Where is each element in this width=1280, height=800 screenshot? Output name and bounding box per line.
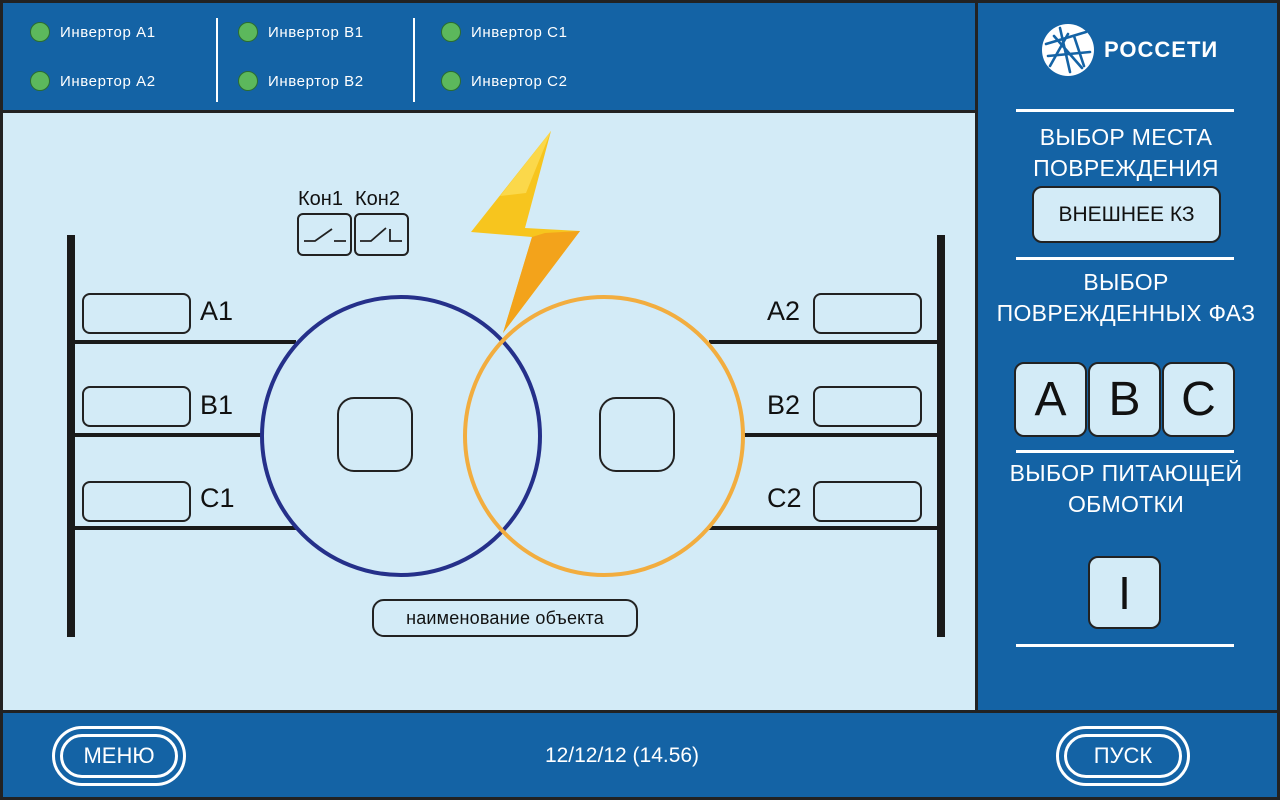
winding-2-circle (463, 295, 745, 577)
contact-1-label: Кон1 (298, 188, 343, 210)
indicator-c1 (82, 481, 191, 522)
phase-label-c2: С2 (767, 483, 802, 513)
datetime-display: 12/12/12 (14.56) (544, 744, 700, 767)
contact-2-switch-icon (354, 213, 409, 256)
fault-place-title: ВЫБОР МЕСТА ПОВРЕЖДЕНИЯ (1033, 124, 1219, 181)
menu-button-label: МЕНЮ (60, 734, 178, 778)
phase-label-c1: С1 (200, 483, 235, 513)
damaged-phases-title: ВЫБОР ПОВРЕЖДЕННЫХ ФАЗ (996, 269, 1256, 326)
indicator-c2 (813, 481, 922, 522)
contact-2-label: Кон2 (355, 188, 400, 210)
rosseti-logo-icon (1042, 24, 1094, 76)
brand-name: РОССЕТИ (1104, 37, 1219, 62)
indicator-b2 (813, 386, 922, 427)
winding-1-value-box (337, 397, 413, 472)
phase-a-button[interactable]: A (1014, 362, 1087, 437)
object-name-field[interactable]: наименование объекта (372, 599, 638, 637)
indicator-a1 (82, 293, 191, 334)
phase-label-a1: А1 (200, 296, 234, 326)
phase-c-button[interactable]: C (1162, 362, 1235, 437)
phase-label-b1: В1 (200, 390, 234, 420)
fault-place-select-button[interactable]: ВНЕШНЕЕ КЗ (1032, 186, 1221, 243)
menu-button[interactable]: МЕНЮ (52, 726, 186, 786)
contact-1-switch-icon (297, 213, 352, 256)
brand-logo: РОССЕТИ (1040, 22, 1218, 78)
indicator-a2 (813, 293, 922, 334)
indicator-b1 (82, 386, 191, 427)
start-button-label: ПУСК (1064, 734, 1182, 778)
start-button[interactable]: ПУСК (1056, 726, 1190, 786)
divider (1016, 450, 1234, 453)
winding-2-value-box (599, 397, 675, 472)
phase-b-button[interactable]: B (1088, 362, 1161, 437)
divider (1016, 644, 1234, 647)
winding-1-circle (260, 295, 542, 577)
divider (1016, 257, 1234, 260)
feeding-winding-title: ВЫБОР ПИТАЮЩЕЙ ОБМОТКИ (1009, 460, 1243, 517)
phase-label-b2: В2 (767, 390, 801, 420)
phase-label-a2: А2 (767, 296, 801, 326)
feeding-winding-button[interactable]: I (1088, 556, 1161, 629)
divider (1016, 109, 1234, 112)
